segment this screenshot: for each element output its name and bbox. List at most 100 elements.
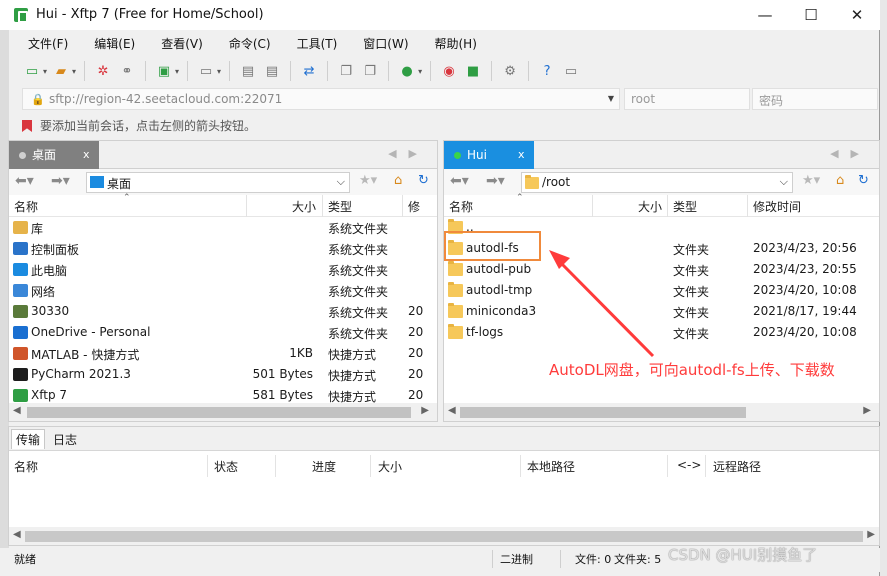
local-horizontal-scrollbar[interactable]: ◀ ▶ [9,403,437,421]
column-modified[interactable]: 修改时间 [753,198,801,215]
address-url[interactable]: sftp://region-42.seetacloud.com:22071 [49,92,282,106]
local-file-row[interactable]: 此电脑 系统文件夹 [9,259,437,280]
reconnect-icon[interactable]: ✲ [93,61,113,81]
menu-edit[interactable]: 编辑(E) [76,33,143,55]
home-folder-icon[interactable]: ⌂ [394,173,402,188]
menu-help[interactable]: 帮助(H) [417,33,485,55]
forward-icon[interactable]: ➡▾ [51,173,70,189]
remote-path-box[interactable]: /root ⌵ [521,172,793,193]
tab-desktop-label: 桌面 [32,148,57,162]
gear-icon[interactable]: ⚙ [500,61,520,81]
pycharm-icon [13,368,28,381]
disconnect-icon[interactable]: ⚭ [117,61,137,81]
remote-file-row[interactable]: tf-logs 文件夹 2023/4/20, 10:08 [444,322,879,343]
close-button[interactable]: ✕ [834,0,880,30]
bookmark-icon[interactable] [22,120,32,132]
menu-command[interactable]: 命令(C) [211,33,279,55]
local-file-row[interactable]: MATLAB - 快捷方式 1KB 快捷方式 20 [9,343,437,364]
column-name[interactable]: 名称 [14,198,38,215]
forward-icon[interactable]: ➡▾ [486,173,505,189]
home-folder-icon[interactable]: ⌂ [836,173,844,188]
back-icon[interactable]: ⬅▾ [450,173,469,189]
back-icon[interactable]: ⬅▾ [15,173,34,189]
network-icon [13,284,28,297]
menu-file[interactable]: 文件(F) [10,33,76,55]
file-modified: 2021/8/17, 19:44 [753,304,857,318]
remote-file-row[interactable]: miniconda3 文件夹 2021/8/17, 19:44 [444,301,879,322]
chevron-down-icon[interactable]: ▼ [608,94,614,103]
close-tab-icon[interactable]: x [83,141,90,169]
chat-icon[interactable]: ▭ [561,61,581,81]
local-file-row[interactable]: 30330 系统文件夹 20 [9,301,437,322]
help-icon[interactable]: ? [537,61,557,81]
file-name: 网络 [31,285,56,299]
local-file-row[interactable]: PyCharm 2021.3 501 Bytes 快捷方式 20 [9,364,437,385]
maximize-button[interactable]: ☐ [788,0,834,30]
tab-hui[interactable]: Hui x [444,141,534,169]
close-tab-icon[interactable]: x [518,141,525,169]
local-path-box[interactable]: 桌面 ⌵ [86,172,350,193]
local-file-row[interactable]: OneDrive - Personal 系统文件夹 20 [9,322,437,343]
desktop-icon [90,176,104,188]
tab-nav-arrows[interactable]: ◀▶ [830,147,871,160]
xftp-icon[interactable]: ■ [463,61,483,81]
new-session-icon[interactable]: ▭ [22,61,42,81]
tab-log[interactable]: 日志 [49,430,81,449]
remote-horizontal-scrollbar[interactable]: ◀ ▶ [444,403,879,421]
open-folder-icon[interactable]: ▰ [51,61,71,81]
local-file-row[interactable]: 网络 系统文件夹 [9,280,437,301]
local-pane: 桌面 x ◀▶ ⬅▾ ➡▾ 桌面 ⌵ ★▾ ⌂ ↻ 名称 ⌃ 大小 类型 修 库… [8,140,438,422]
address-bar[interactable]: 🔒 sftp://region-42.seetacloud.com:22071 … [22,88,620,110]
column-type[interactable]: 类型 [328,198,352,215]
file-type: 系统文件夹 [328,222,389,236]
file-modified: 20 [408,325,424,339]
column-direction[interactable]: <-> [677,458,701,472]
local-file-row[interactable]: 控制面板 系统文件夹 [9,238,437,259]
file-size: 501 Bytes [252,367,313,381]
column-status[interactable]: 状态 [214,458,238,475]
chevron-down-icon[interactable]: ⌵ [337,175,345,189]
column-progress[interactable]: 进度 [312,458,336,475]
local-file-row[interactable]: 库 系统文件夹 [9,217,437,238]
column-type[interactable]: 类型 [673,198,697,215]
chevron-down-icon[interactable]: ⌵ [780,175,788,189]
file-name: PyCharm 2021.3 [31,367,131,381]
transfer-horizontal-scrollbar[interactable]: ◀ ▶ [9,527,879,545]
refresh-icon[interactable]: ↻ [418,173,429,188]
star-icon[interactable]: ★▾ [802,173,820,188]
file-type: 系统文件夹 [328,306,389,320]
file-name: miniconda3 [466,304,537,318]
refresh-icon[interactable]: ↻ [858,173,869,188]
xshell-icon[interactable]: ◉ [439,61,459,81]
tab-desktop[interactable]: 桌面 x [9,141,99,169]
star-icon[interactable]: ★▾ [359,173,377,188]
column-remote-path[interactable]: 远程路径 [713,458,761,475]
terminal-icon[interactable]: ▭ [196,61,216,81]
copy-icon[interactable]: ❐ [336,61,356,81]
column-name[interactable]: 名称 [14,458,38,475]
tab-nav-arrows[interactable]: ◀▶ [388,147,429,160]
remote-file-row[interactable]: autodl-pub 文件夹 2023/4/23, 20:55 [444,259,879,280]
globe-icon[interactable]: ● [397,61,417,81]
menu-window[interactable]: 窗口(W) [345,33,416,55]
column-name[interactable]: 名称 [449,198,473,215]
column-size[interactable]: 大小 [378,458,402,475]
password-field[interactable]: 密码 [752,88,878,110]
remote-file-row[interactable]: autodl-tmp 文件夹 2023/4/20, 10:08 [444,280,879,301]
column-local-path[interactable]: 本地路径 [527,458,575,475]
minimize-button[interactable]: — [742,0,788,30]
file-type: 快捷方式 [328,348,377,362]
menu-view[interactable]: 查看(V) [143,33,211,55]
sync-icon[interactable]: ⇄ [299,61,319,81]
column-size[interactable]: 大小 [292,198,316,215]
username-field[interactable]: root [624,88,750,110]
tab-transfer[interactable]: 传输 [11,429,46,449]
column-size[interactable]: 大小 [638,198,662,215]
download-icon[interactable]: ▤ [262,61,282,81]
upload-icon[interactable]: ▤ [238,61,258,81]
new-window-icon[interactable]: ▣ [154,61,174,81]
remote-column-header: 名称 ⌃ 大小 类型 修改时间 [444,193,879,217]
column-modified[interactable]: 修 [408,198,420,215]
paste-icon[interactable]: ❐ [360,61,380,81]
menu-tools[interactable]: 工具(T) [279,33,346,55]
